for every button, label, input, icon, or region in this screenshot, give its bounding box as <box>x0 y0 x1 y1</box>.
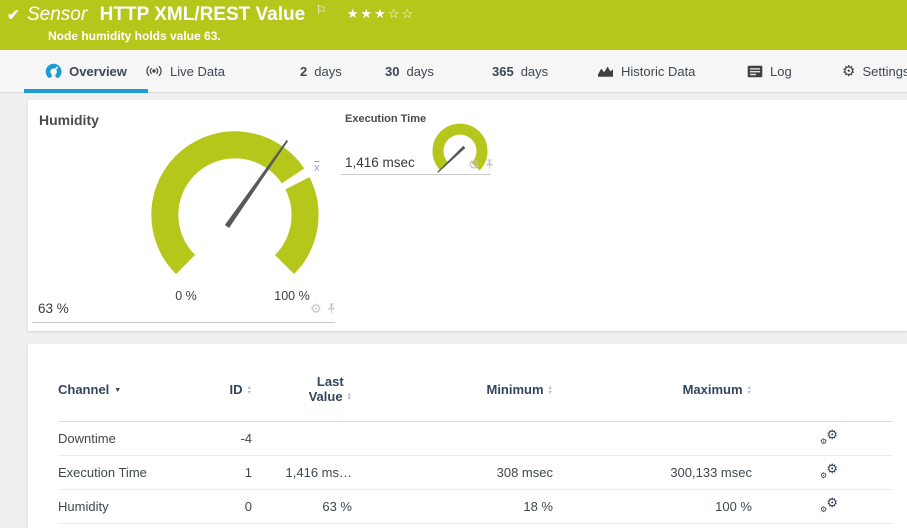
maximum-header-label: Maximum <box>683 382 743 397</box>
channel-id: 1 <box>198 465 252 480</box>
status-ok-check-icon: ✔ <box>7 6 20 24</box>
humidity-block-controls: ⚙ <box>310 302 336 315</box>
tab-overview[interactable]: Overview <box>24 50 148 92</box>
channel-maximum: 100 % <box>553 499 752 514</box>
sensor-header: ✔ Sensor HTTP XML/REST Value ⚐ ★★★☆☆ Nod… <box>0 0 907 50</box>
channel-last-value: 63 % <box>252 499 352 514</box>
sensor-status-message: Node humidity holds value 63. <box>48 29 221 43</box>
execution-time-pin-icon[interactable] <box>485 159 494 170</box>
tab-365-days[interactable]: 365 days <box>492 50 548 92</box>
humidity-gauge-title: Humidity <box>39 112 99 128</box>
tab-live-data-label: Live Data <box>170 64 225 79</box>
humidity-gauge-arc-after-avg-notch <box>285 183 306 264</box>
gauge-icon <box>45 63 62 79</box>
channel-minimum: 308 msec <box>352 465 553 480</box>
channels-panel: Channel▼ ID▲▼ Last Value▲▼ Minimum▲▼ Max… <box>28 344 907 528</box>
channel-settings-gears-icon[interactable]: ⚙⚙ <box>820 463 838 479</box>
average-marker: x <box>314 162 320 174</box>
execution-time-settings-gear-icon[interactable]: ⚙ <box>468 158 480 171</box>
tab-settings-label: Settings <box>862 64 907 79</box>
sensor-title: HTTP XML/REST Value <box>100 4 306 25</box>
humidity-pin-icon[interactable] <box>327 303 336 314</box>
tab-365-days-number: 365 <box>492 64 514 79</box>
channels-table: Channel▼ ID▲▼ Last Value▲▼ Minimum▲▼ Max… <box>28 344 907 524</box>
humidity-gauge <box>135 119 335 299</box>
humidity-current-value: 63 % <box>38 301 69 316</box>
tab-2-days-label: days <box>314 64 341 79</box>
sensor-kind-label: Sensor <box>27 4 87 25</box>
tab-30-days-label: days <box>406 64 433 79</box>
table-row-execution-time: Execution Time 1 1,416 ms… 308 msec 300,… <box>58 456 893 490</box>
tab-30-days-number: 30 <box>385 64 399 79</box>
sort-desc-caret-icon: ▼ <box>114 387 121 394</box>
tab-365-days-label: days <box>521 64 548 79</box>
tab-live-data[interactable]: Live Data <box>145 50 225 92</box>
flag-icon[interactable]: ⚐ <box>316 3 327 17</box>
stars-empty[interactable]: ☆☆ <box>388 6 415 21</box>
channel-name[interactable]: Execution Time <box>58 465 198 480</box>
channel-minimum: 18 % <box>352 499 553 514</box>
channel-settings-gears-icon[interactable]: ⚙⚙ <box>820 497 838 513</box>
sensor-title-line: Sensor HTTP XML/REST Value ⚐ ★★★☆☆ <box>27 4 415 26</box>
tab-30-days[interactable]: 30 days <box>385 50 434 92</box>
humidity-gauge-arc <box>165 145 293 265</box>
stars-filled[interactable]: ★★★ <box>347 6 388 21</box>
channel-id: 0 <box>198 499 252 514</box>
execution-time-gauge-title: Execution Time <box>345 113 426 125</box>
last-value-header-line1: Last <box>317 375 344 390</box>
broadcast-icon <box>145 64 163 78</box>
tab-historic-data[interactable]: Historic Data <box>597 50 695 92</box>
gear-icon: ⚙ <box>842 64 855 79</box>
tab-2-days-number: 2 <box>300 64 307 79</box>
column-header-minimum[interactable]: Minimum▲▼ <box>352 382 553 397</box>
tab-bar: Overview Live Data 2 days 30 days 365 da… <box>0 50 907 93</box>
channel-last-value: 1,416 ms… <box>252 465 352 480</box>
prtg-sensor-page: ✔ Sensor HTTP XML/REST Value ⚐ ★★★☆☆ Nod… <box>0 0 907 528</box>
humidity-settings-gear-icon[interactable]: ⚙ <box>310 302 322 315</box>
log-icon <box>747 65 763 78</box>
active-tab-underline <box>24 89 148 93</box>
column-header-maximum[interactable]: Maximum ▲▼ <box>553 382 752 397</box>
channel-id: -4 <box>198 431 252 446</box>
id-header-label: ID <box>230 382 243 397</box>
execution-time-current-value: 1,416 msec <box>345 155 415 170</box>
priority-stars[interactable]: ★★★☆☆ <box>347 6 415 21</box>
tab-2-days[interactable]: 2 days <box>300 50 342 92</box>
channel-settings-gears-icon[interactable]: ⚙⚙ <box>820 429 838 445</box>
humidity-block-divider <box>32 322 335 323</box>
channel-name[interactable]: Humidity <box>58 499 198 514</box>
table-row-humidity: Humidity 0 63 % 18 % 100 % ⚙⚙ <box>58 490 893 524</box>
minimum-header-label: Minimum <box>486 382 543 397</box>
table-header-row: Channel▼ ID▲▼ Last Value▲▼ Minimum▲▼ Max… <box>58 344 893 422</box>
column-header-channel[interactable]: Channel ▼ <box>58 382 198 397</box>
chart-icon <box>597 64 614 78</box>
column-header-id[interactable]: ID▲▼ <box>198 382 252 397</box>
tab-log[interactable]: Log <box>747 50 792 92</box>
tab-historic-data-label: Historic Data <box>621 64 695 79</box>
table-row-downtime: Downtime -4 ⚙⚙ <box>58 422 893 456</box>
humidity-gauge-min-label: 0 % <box>156 289 216 303</box>
tab-settings[interactable]: ⚙ Settings <box>842 50 907 92</box>
column-header-last-value[interactable]: Last Value▲▼ <box>252 375 352 405</box>
sort-icon: ▲▼ <box>747 386 752 395</box>
channel-name[interactable]: Downtime <box>58 431 198 446</box>
tab-overview-label: Overview <box>69 64 127 79</box>
gauges-panel: Humidity x 0 % 100 % 63 % ⚙ Exec <box>28 100 907 331</box>
execution-time-gauge <box>427 118 497 188</box>
tab-log-label: Log <box>770 64 792 79</box>
execution-time-block-divider <box>341 174 490 175</box>
last-value-header-line2: Value <box>309 389 343 404</box>
channel-header-label: Channel <box>58 382 109 397</box>
execution-time-block-controls: ⚙ <box>468 158 494 171</box>
channel-maximum: 300,133 msec <box>553 465 752 480</box>
